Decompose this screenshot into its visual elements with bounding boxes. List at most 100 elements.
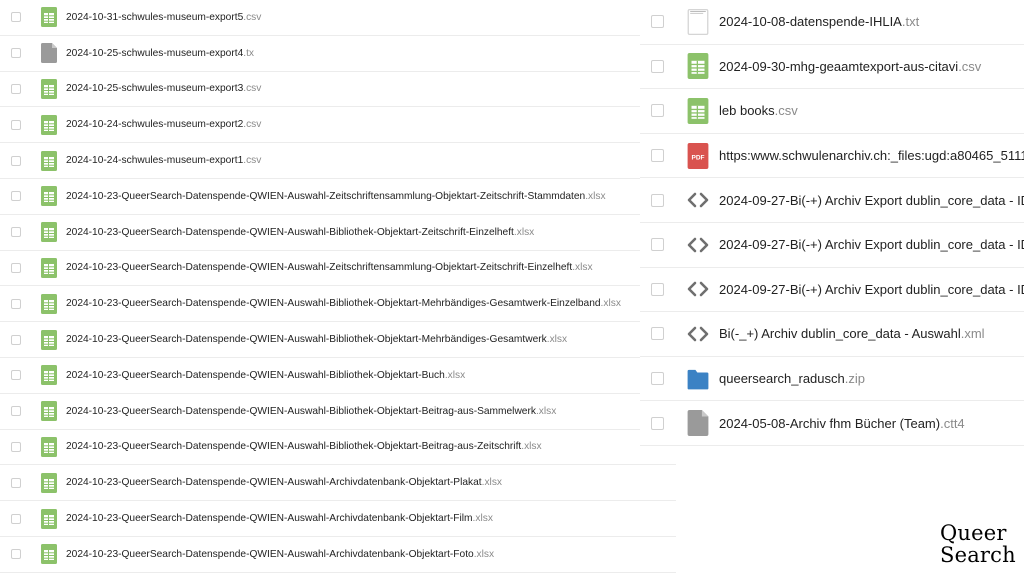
file-row[interactable]: leb books.csv — [640, 89, 1024, 134]
file-name[interactable]: 2024-10-08-datenspende-IHLIA.txt — [719, 14, 919, 29]
file-name[interactable]: 2024-09-27-Bi(-+) Archiv Export dublin_c… — [719, 237, 1024, 252]
row-checkbox[interactable] — [11, 191, 21, 202]
file-row[interactable]: 2024-10-23-QueerSearch-Datenspende-QWIEN… — [0, 179, 676, 215]
file-name[interactable]: 2024-10-24-schwules-museum-export2.csv — [66, 119, 261, 130]
file-row[interactable]: 2024-10-23-QueerSearch-Datenspende-QWIEN… — [0, 215, 676, 251]
file-name[interactable]: 2024-09-30-mhg-geaamtexport-aus-citavi.c… — [719, 59, 981, 74]
file-basename: 2024-10-23-QueerSearch-Datenspende-QWIEN… — [66, 369, 445, 381]
file-name[interactable]: 2024-10-23-QueerSearch-Datenspende-QWIEN… — [66, 406, 556, 417]
row-checkbox[interactable] — [651, 327, 664, 341]
row-checkbox[interactable] — [651, 238, 664, 252]
file-name[interactable]: 2024-10-23-QueerSearch-Datenspende-QWIEN… — [66, 298, 621, 309]
file-extension: .csv — [958, 58, 982, 74]
spreadsheet-icon — [41, 401, 57, 422]
svg-text:PDF: PDF — [692, 154, 705, 161]
row-checkbox[interactable] — [11, 155, 21, 166]
file-row[interactable]: 2024-10-23-QueerSearch-Datenspende-QWIEN… — [0, 251, 676, 287]
file-row[interactable]: 2024-09-27-Bi(-+) Archiv Export dublin_c… — [640, 178, 1024, 223]
file-name[interactable]: 2024-05-08-Archiv fhm Bücher (Team).ctt4 — [719, 416, 965, 431]
row-checkbox[interactable] — [11, 12, 21, 23]
file-row[interactable]: 2024-10-23-QueerSearch-Datenspende-QWIEN… — [0, 501, 676, 537]
row-checkbox[interactable] — [11, 298, 21, 309]
logo-line-1: Queer — [940, 521, 1007, 545]
row-checkbox[interactable] — [11, 334, 21, 345]
file-name[interactable]: 2024-10-23-QueerSearch-Datenspende-QWIEN… — [66, 227, 534, 238]
file-row[interactable]: 2024-10-23-QueerSearch-Datenspende-QWIEN… — [0, 322, 676, 358]
file-basename: 2024-10-25-schwules-museum-export3 — [66, 83, 244, 95]
file-row[interactable]: 2024-10-31-schwules-museum-export5.csv — [0, 0, 676, 36]
row-checkbox[interactable] — [651, 149, 664, 163]
spreadsheet-icon — [41, 150, 57, 171]
file-name[interactable]: 2024-10-23-QueerSearch-Datenspende-QWIEN… — [66, 513, 493, 524]
file-name[interactable]: leb books.csv — [719, 103, 798, 118]
generic-file-icon — [687, 410, 709, 437]
file-row[interactable]: 2024-10-08-datenspende-IHLIA.txt — [640, 0, 1024, 45]
row-checkbox[interactable] — [651, 193, 664, 207]
file-name[interactable]: 2024-09-27-Bi(-+) Archiv Export dublin_c… — [719, 282, 1024, 297]
file-basename: https:www.schwulenarchiv.ch:_files:ugd:a… — [719, 148, 1024, 164]
file-row[interactable]: 2024-05-08-Archiv fhm Bücher (Team).ctt4 — [640, 401, 1024, 446]
row-checkbox[interactable] — [651, 282, 664, 296]
row-checkbox[interactable] — [651, 59, 664, 73]
file-name[interactable]: 2024-10-23-QueerSearch-Datenspende-QWIEN… — [66, 549, 494, 560]
file-row[interactable]: Bi(-_+) Archiv dublin_core_data - Auswah… — [640, 312, 1024, 357]
row-checkbox[interactable] — [651, 372, 664, 386]
file-row[interactable]: 2024-10-24-schwules-museum-export2.csv — [0, 107, 676, 144]
queersearch-logo: Queer Search — [940, 522, 1016, 566]
file-basename: Bi(-_+) Archiv dublin_core_data - Auswah… — [719, 326, 961, 342]
row-checkbox[interactable] — [651, 15, 664, 29]
file-name[interactable]: 2024-10-23-QueerSearch-Datenspende-QWIEN… — [66, 477, 502, 488]
file-row[interactable]: 2024-10-23-QueerSearch-Datenspende-QWIEN… — [0, 358, 676, 394]
archive-icon — [687, 366, 709, 392]
file-name[interactable]: Bi(-_+) Archiv dublin_core_data - Auswah… — [719, 326, 985, 341]
row-checkbox[interactable] — [11, 262, 21, 273]
file-basename: 2024-10-23-QueerSearch-Datenspende-QWIEN… — [66, 226, 514, 238]
row-checkbox[interactable] — [11, 406, 21, 417]
file-row[interactable]: 2024-10-25-schwules-museum-export4.tx — [0, 36, 676, 72]
file-name[interactable]: 2024-10-23-QueerSearch-Datenspende-QWIEN… — [66, 191, 606, 202]
file-extension: .xlsx — [513, 226, 535, 238]
file-name[interactable]: 2024-10-23-QueerSearch-Datenspende-QWIEN… — [66, 370, 465, 381]
file-row[interactable]: 2024-10-24-schwules-museum-export1.csv — [0, 143, 676, 179]
file-name[interactable]: 2024-10-23-QueerSearch-Datenspende-QWIEN… — [66, 441, 542, 452]
row-checkbox[interactable] — [11, 119, 21, 130]
row-checkbox[interactable] — [11, 370, 21, 381]
row-checkbox[interactable] — [11, 441, 21, 452]
spreadsheet-icon — [41, 114, 57, 135]
row-checkbox[interactable] — [11, 513, 21, 524]
file-row[interactable]: 2024-09-27-Bi(-+) Archiv Export dublin_c… — [640, 223, 1024, 268]
row-checkbox[interactable] — [11, 83, 21, 94]
file-name[interactable]: https:www.schwulenarchiv.ch:_files:ugd:a… — [719, 148, 1024, 163]
file-row[interactable]: 2024-10-23-QueerSearch-Datenspende-QWIEN… — [0, 465, 676, 502]
file-row[interactable]: 2024-10-23-QueerSearch-Datenspende-QWIEN… — [0, 537, 676, 573]
file-row[interactable]: 2024-10-23-QueerSearch-Datenspende-QWIEN… — [0, 430, 676, 466]
file-basename: leb books — [719, 103, 775, 119]
file-name[interactable]: 2024-10-25-schwules-museum-export4.tx — [66, 48, 254, 59]
file-name[interactable]: 2024-09-27-Bi(-+) Archiv Export dublin_c… — [719, 193, 1024, 208]
file-name[interactable]: 2024-10-25-schwules-museum-export3.csv — [66, 83, 261, 94]
file-extension: .csv — [243, 155, 262, 167]
file-row[interactable]: 2024-09-27-Bi(-+) Archiv Export dublin_c… — [640, 268, 1024, 313]
file-extension: .csv — [243, 11, 262, 23]
file-extension: .csv — [243, 83, 262, 95]
file-row[interactable]: 2024-10-25-schwules-museum-export3.csv — [0, 72, 676, 108]
row-checkbox[interactable] — [651, 416, 664, 430]
file-row[interactable]: PDF https:www.schwulenarchiv.ch:_files:ug… — [640, 134, 1024, 179]
row-checkbox[interactable] — [651, 104, 664, 118]
row-checkbox[interactable] — [11, 48, 21, 59]
row-checkbox[interactable] — [11, 227, 21, 238]
file-row[interactable]: 2024-10-23-QueerSearch-Datenspende-QWIEN… — [0, 286, 676, 323]
code-icon — [687, 321, 709, 347]
file-row[interactable]: 2024-09-30-mhg-geaamtexport-aus-citavi.c… — [640, 45, 1024, 90]
row-checkbox[interactable] — [11, 477, 21, 488]
file-name[interactable]: queersearch_radusch.zip — [719, 371, 865, 386]
file-name[interactable]: 2024-10-23-QueerSearch-Datenspende-QWIEN… — [66, 262, 593, 273]
row-checkbox[interactable] — [11, 549, 21, 560]
code-icon — [687, 232, 709, 258]
file-extension: .xlsx — [585, 190, 606, 202]
file-row[interactable]: queersearch_radusch.zip — [640, 357, 1024, 402]
file-name[interactable]: 2024-10-31-schwules-museum-export5.csv — [66, 12, 261, 23]
file-name[interactable]: 2024-10-24-schwules-museum-export1.csv — [66, 155, 261, 166]
file-name[interactable]: 2024-10-23-QueerSearch-Datenspende-QWIEN… — [66, 334, 567, 345]
file-row[interactable]: 2024-10-23-QueerSearch-Datenspende-QWIEN… — [0, 394, 676, 430]
